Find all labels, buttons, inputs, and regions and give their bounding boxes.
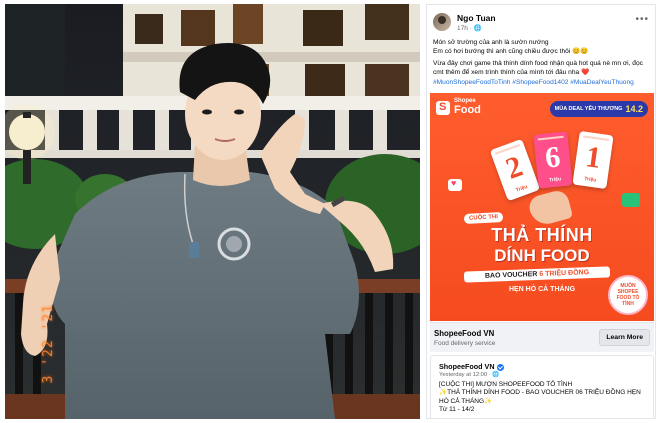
verified-badge-icon <box>496 363 504 371</box>
more-options-icon[interactable]: ••• <box>635 14 649 25</box>
shared-post-text: [CUỘC THI] MƯỢN SHOPEEFOOD TỎ TÌNH ✨THẢ … <box>439 381 651 415</box>
chat-bubble-icon <box>622 193 640 207</box>
shared-line: ✨THẢ THÍNH DÍNH FOOD - BAO VOUCHER 06 TR… <box>439 389 641 405</box>
ticket-number: 6 <box>543 140 562 175</box>
facebook-post: Ngo Tuan 17h · 🌐 ••• Món sở trường của a… <box>426 4 656 419</box>
shared-line: Từ 11 - 14/2 <box>439 406 475 414</box>
caption-line: Em có hơi bướng thì anh cũng chiều được … <box>433 48 589 56</box>
globe-icon: 🌐 <box>473 25 482 32</box>
composite-screenshot: 3 '22 '21 Ngo Tuan 17h · 🌐 ••• Món sở tr… <box>0 0 660 423</box>
contest-tag: CUỘC THI <box>463 211 504 225</box>
voucher-banner: BAO VOUCHER 6 TRIỆU ĐỒNG <box>463 266 611 283</box>
page-link-card[interactable]: ShopeeFood VN Food delivery service Lear… <box>430 322 654 352</box>
deal-label: MÙA DEAL YÊU THƯƠNG <box>554 106 623 112</box>
shopee-bag-icon <box>436 100 450 115</box>
page-name[interactable]: ShopeeFood VN <box>434 329 494 338</box>
ticket-unit: Triệu <box>548 176 562 184</box>
deal-date: 14.2 <box>625 104 643 114</box>
ticket-number: 1 <box>583 140 604 175</box>
shared-page-label[interactable]: ShopeeFood VN <box>439 362 495 371</box>
post-time[interactable]: 17h <box>457 25 468 32</box>
post-meta[interactable]: 17h · 🌐 <box>457 24 482 32</box>
campaign-sticker: MUỐN SHOPEE FOOD TỎ TÌNH <box>608 275 648 315</box>
shared-post-time[interactable]: Yesterday at 12:00 · <box>439 372 492 378</box>
hashtag-links[interactable]: #MuonShopeeFoodToTinh #ShopeeFood1402 #M… <box>433 78 653 87</box>
shared-post-preview[interactable]: ShopeeFood VN Yesterday at 12:00 · 🌐 [CU… <box>430 355 654 418</box>
ticket-6m: 6 Triệu <box>533 131 573 189</box>
post-header: Ngo Tuan 17h · 🌐 ••• <box>433 11 651 35</box>
headline-dinh-food: DÍNH FOOD <box>494 246 590 265</box>
voucher-prefix: BAO VOUCHER <box>484 270 540 280</box>
portrait-photo: 3 '22 '21 <box>5 4 420 419</box>
deal-badge: MÙA DEAL YÊU THƯƠNG 14.2 <box>549 101 648 117</box>
shopeefood-logo: Shopee Food <box>436 98 481 117</box>
voucher-amount: 6 TRIỆU ĐỒNG <box>539 269 590 278</box>
headline-tha-thinh: THẢ THÍNH <box>491 225 593 245</box>
author-name[interactable]: Ngo Tuan <box>457 13 496 23</box>
globe-icon: 🌐 <box>492 372 500 378</box>
ticket-1m: 1 Triệu <box>572 130 614 190</box>
photo-scene <box>5 4 420 419</box>
caption-line: Vừa đây chơi game thả thính dính food nh… <box>433 59 643 77</box>
promo-image[interactable]: Shopee Food MÙA DEAL YÊU THƯƠNG 14.2 ♥ 2… <box>430 93 654 321</box>
ticket-2m: 2 Triệu <box>489 138 541 202</box>
post-caption: Món sở trường của anh là sườn nướng Em c… <box>433 38 653 87</box>
chat-heart-icon: ♥ <box>448 178 462 191</box>
shared-post-meta[interactable]: Yesterday at 12:00 · 🌐 <box>439 372 500 378</box>
learn-more-button[interactable]: Learn More <box>599 329 650 346</box>
shared-page-name[interactable]: ShopeeFood VN <box>439 362 504 371</box>
brand-bottom: Food <box>454 104 481 116</box>
author-avatar[interactable] <box>433 13 451 31</box>
caption-line: Món sở trường của anh là sườn nướng <box>433 39 549 46</box>
hand-illustration <box>526 188 574 228</box>
pendant <box>189 242 199 258</box>
date-stamp: 3 '22 '21 <box>41 304 56 384</box>
page-category: Food delivery service <box>434 340 496 347</box>
